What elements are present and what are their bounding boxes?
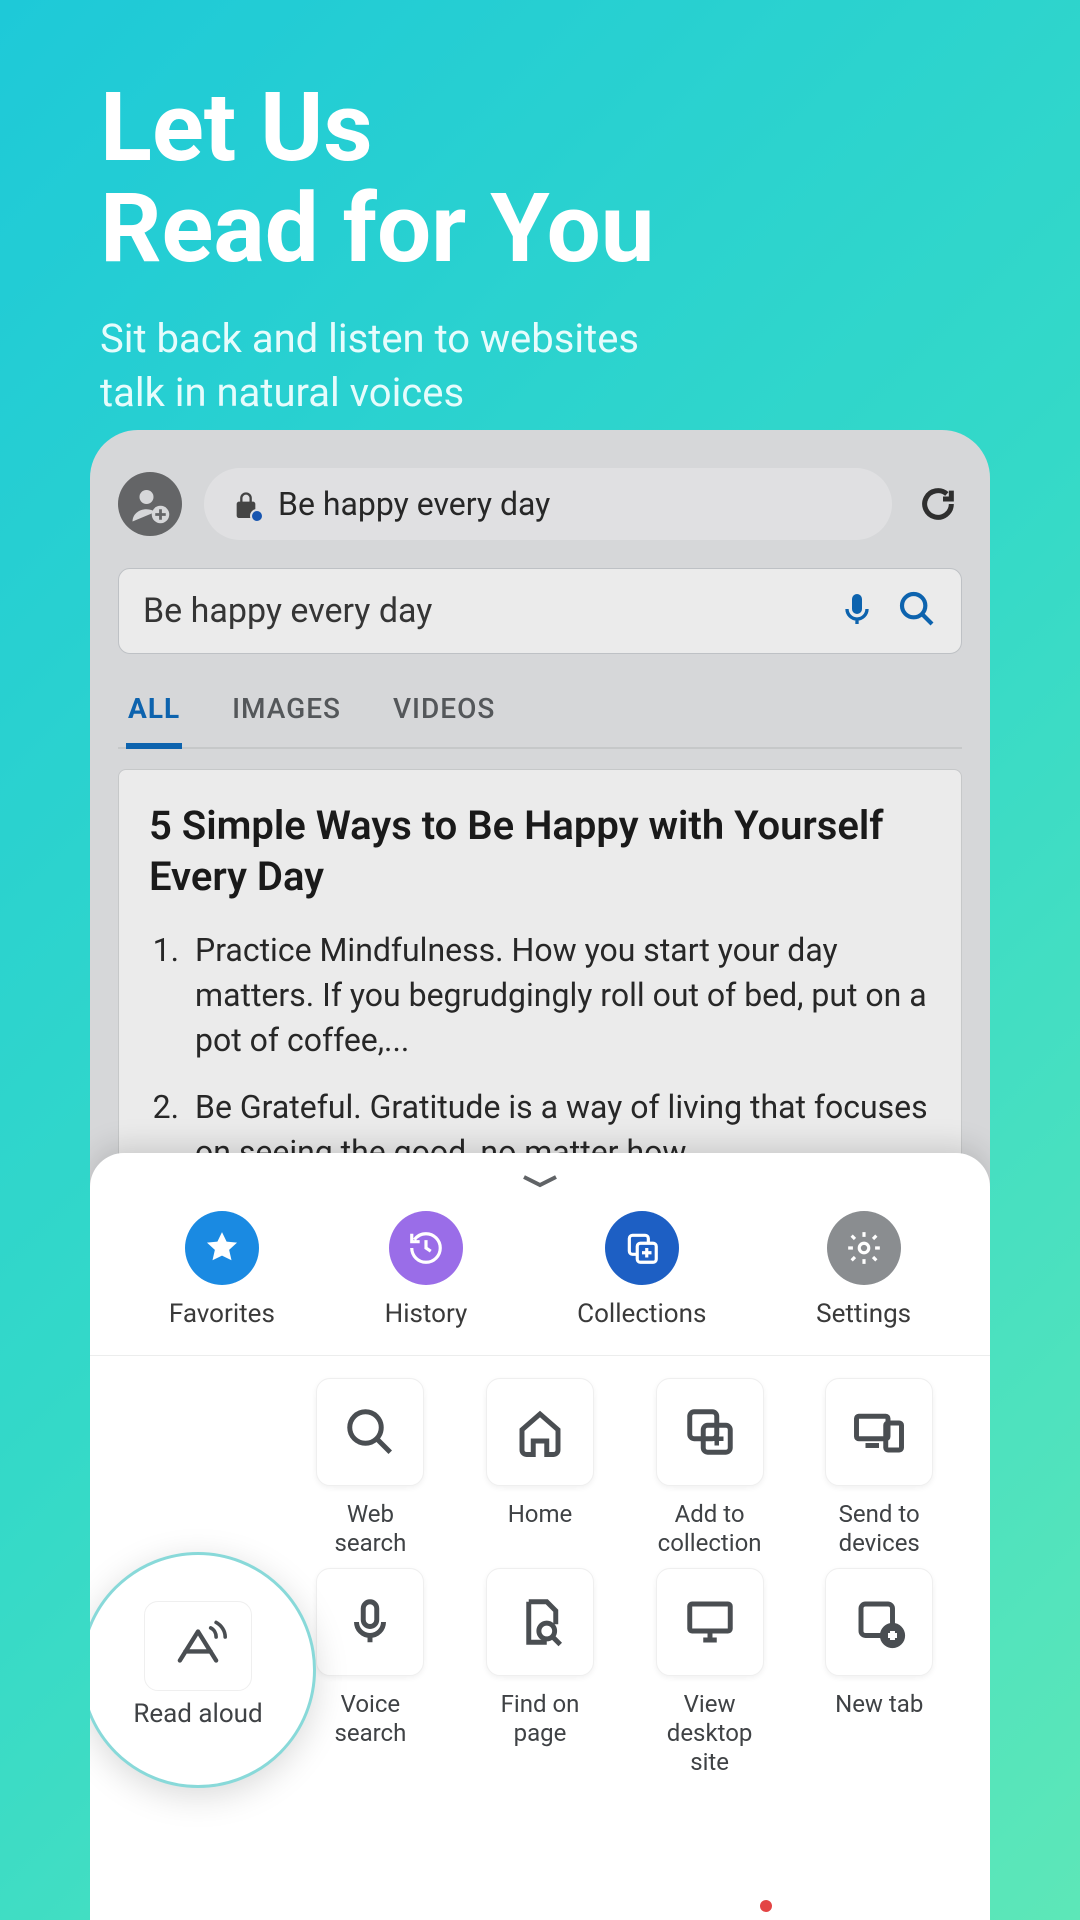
read-aloud-icon	[169, 1617, 227, 1675]
tab-images[interactable]: IMAGES	[230, 682, 343, 747]
send-to-devices-button[interactable]: Send to devices	[798, 1378, 960, 1558]
profile-avatar[interactable]	[118, 472, 182, 536]
settings-button[interactable]: Settings	[816, 1211, 911, 1329]
result-item-1: Practice Mindfulness. How you start your…	[187, 928, 931, 1062]
collections-label: Collections	[577, 1299, 706, 1329]
search-icon[interactable]	[897, 589, 937, 633]
result-tabs: ALL IMAGES VIDEOS	[118, 682, 962, 749]
address-bar[interactable]: Be happy every day	[204, 468, 892, 540]
mic-icon[interactable]	[837, 589, 877, 633]
refresh-button[interactable]	[914, 480, 962, 528]
collections-button[interactable]: Collections	[577, 1211, 706, 1329]
person-add-icon	[129, 483, 171, 525]
search-box[interactable]: Be happy every day	[118, 568, 962, 654]
star-icon	[203, 1229, 241, 1267]
sheet-grabber[interactable]	[510, 1167, 570, 1195]
search-text: Be happy every day	[143, 591, 817, 631]
devices-icon	[852, 1405, 906, 1459]
lock-icon	[232, 487, 260, 521]
address-text: Be happy every day	[278, 485, 550, 523]
refresh-icon	[918, 484, 958, 524]
hero-title: Let Us Read for You	[100, 78, 655, 280]
result-title: 5 Simple Ways to Be Happy with Yourself …	[149, 800, 931, 902]
browser-area: Be happy every day Be happy every day AL…	[90, 430, 990, 1197]
add-to-collection-button[interactable]: Add to collection	[629, 1378, 791, 1558]
home-button[interactable]: Home	[459, 1378, 621, 1558]
view-desktop-site-button[interactable]: View desktop site	[629, 1568, 791, 1776]
desktop-icon	[683, 1595, 737, 1649]
tab-all[interactable]: ALL	[126, 682, 182, 749]
bottom-sheet: Favorites History Collections Settings	[90, 1153, 990, 1920]
settings-label: Settings	[816, 1299, 911, 1329]
find-on-page-button[interactable]: Find on page	[459, 1568, 621, 1776]
add-collection-icon	[683, 1405, 737, 1459]
read-aloud-highlight[interactable]: Read aloud	[90, 1552, 316, 1788]
web-search-button[interactable]: Web search	[290, 1378, 452, 1558]
new-tab-button[interactable]: New tab	[798, 1568, 960, 1776]
read-aloud-label: Read aloud	[133, 1699, 262, 1729]
tab-videos[interactable]: VIDEOS	[391, 682, 497, 747]
favorites-button[interactable]: Favorites	[169, 1211, 275, 1329]
history-icon	[407, 1229, 445, 1267]
gear-icon	[845, 1229, 883, 1267]
history-label: History	[385, 1299, 468, 1329]
search-icon	[343, 1405, 397, 1459]
top-bar: Be happy every day	[118, 468, 962, 540]
mic-icon	[343, 1595, 397, 1649]
phone-frame: Be happy every day Be happy every day AL…	[90, 430, 990, 1920]
chevron-down-icon	[520, 1173, 560, 1189]
collections-icon	[623, 1229, 661, 1267]
top-actions-row: Favorites History Collections Settings	[90, 1195, 990, 1356]
indicator-dot	[760, 1900, 772, 1912]
find-page-icon	[513, 1595, 567, 1649]
history-button[interactable]: History	[385, 1211, 468, 1329]
favorites-label: Favorites	[169, 1299, 275, 1329]
result-card: 5 Simple Ways to Be Happy with Yourself …	[118, 769, 962, 1197]
home-icon	[513, 1405, 567, 1459]
new-tab-icon	[852, 1595, 906, 1649]
hero-subtitle: Sit back and listen to websites talk in …	[100, 312, 639, 420]
